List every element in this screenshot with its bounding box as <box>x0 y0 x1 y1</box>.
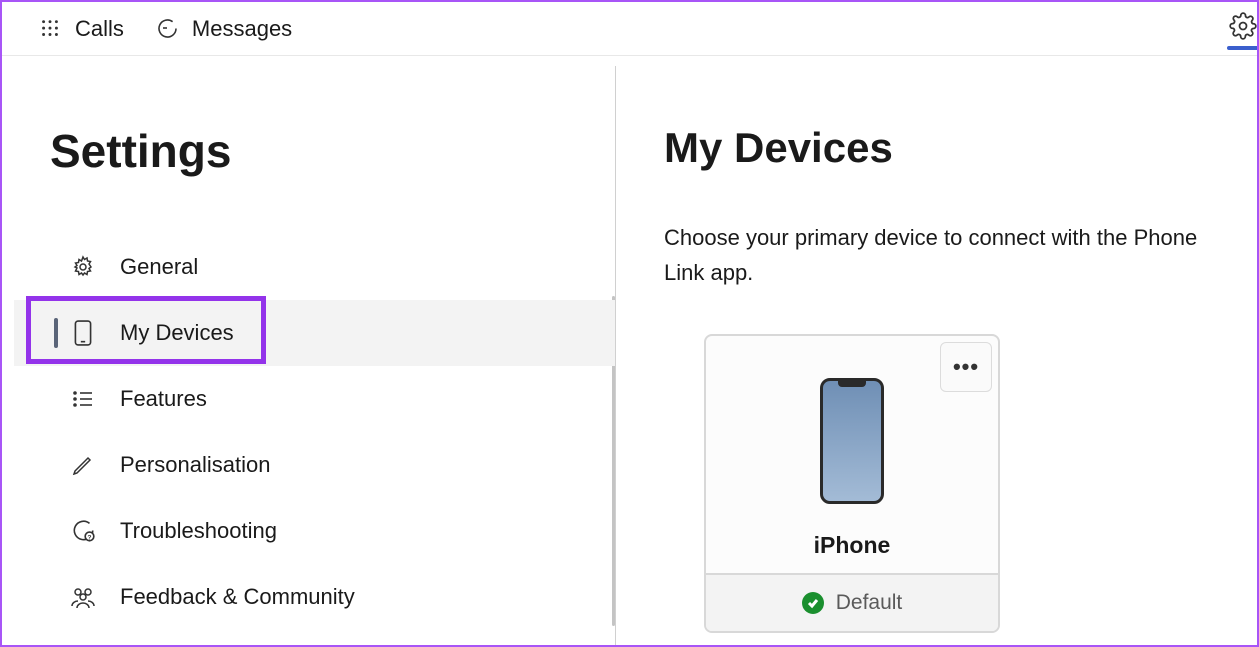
panel-title: My Devices <box>664 124 1227 172</box>
sidebar-item-general[interactable]: General <box>14 234 615 300</box>
gear-icon <box>70 254 96 280</box>
sidebar-label: Personalisation <box>120 452 270 478</box>
nav-messages-label: Messages <box>192 16 292 42</box>
sidebar-item-my-devices[interactable]: My Devices <box>14 300 615 366</box>
nav-calls[interactable]: Calls <box>37 16 124 42</box>
settings-nav-list: General My Devices Features Personalisat… <box>14 234 615 630</box>
settings-sidebar: Settings General My Devices Features <box>14 66 616 645</box>
list-icon <box>70 386 96 412</box>
sidebar-label: Troubleshooting <box>120 518 277 544</box>
sidebar-item-troubleshooting[interactable]: ? Troubleshooting <box>14 498 615 564</box>
main-panel: My Devices Choose your primary device to… <box>616 66 1257 645</box>
sidebar-item-personalisation[interactable]: Personalisation <box>14 432 615 498</box>
settings-title: Settings <box>50 124 615 178</box>
sidebar-label: Feedback & Community <box>120 584 355 610</box>
device-phone-icon <box>820 378 884 504</box>
sidebar-item-feedback[interactable]: Feedback & Community <box>14 564 615 630</box>
device-status-label: Default <box>836 591 903 615</box>
device-more-button[interactable]: ••• <box>940 342 992 392</box>
panel-description: Choose your primary device to connect wi… <box>664 220 1224 290</box>
settings-active-indicator <box>1227 46 1257 50</box>
nav-messages[interactable]: Messages <box>154 16 292 42</box>
sidebar-label: Features <box>120 386 207 412</box>
people-icon <box>70 584 96 610</box>
check-icon <box>802 592 824 614</box>
top-nav: Calls Messages <box>2 2 1257 56</box>
device-card[interactable]: ••• iPhone Default <box>704 334 1000 633</box>
device-status-row: Default <box>706 573 998 631</box>
sidebar-label: My Devices <box>120 320 234 346</box>
sidebar-item-features[interactable]: Features <box>14 366 615 432</box>
chat-icon <box>154 16 180 42</box>
device-card-body: ••• iPhone <box>706 336 998 573</box>
phone-icon <box>70 320 96 346</box>
more-icon: ••• <box>953 354 979 380</box>
help-icon: ? <box>70 518 96 544</box>
svg-text:?: ? <box>88 535 92 542</box>
device-name: iPhone <box>814 532 891 559</box>
settings-gear-icon[interactable] <box>1229 12 1257 40</box>
sidebar-label: General <box>120 254 198 280</box>
content-area: Settings General My Devices Features <box>2 56 1257 645</box>
nav-calls-label: Calls <box>75 16 124 42</box>
pen-icon <box>70 452 96 478</box>
dialpad-icon <box>37 16 63 42</box>
